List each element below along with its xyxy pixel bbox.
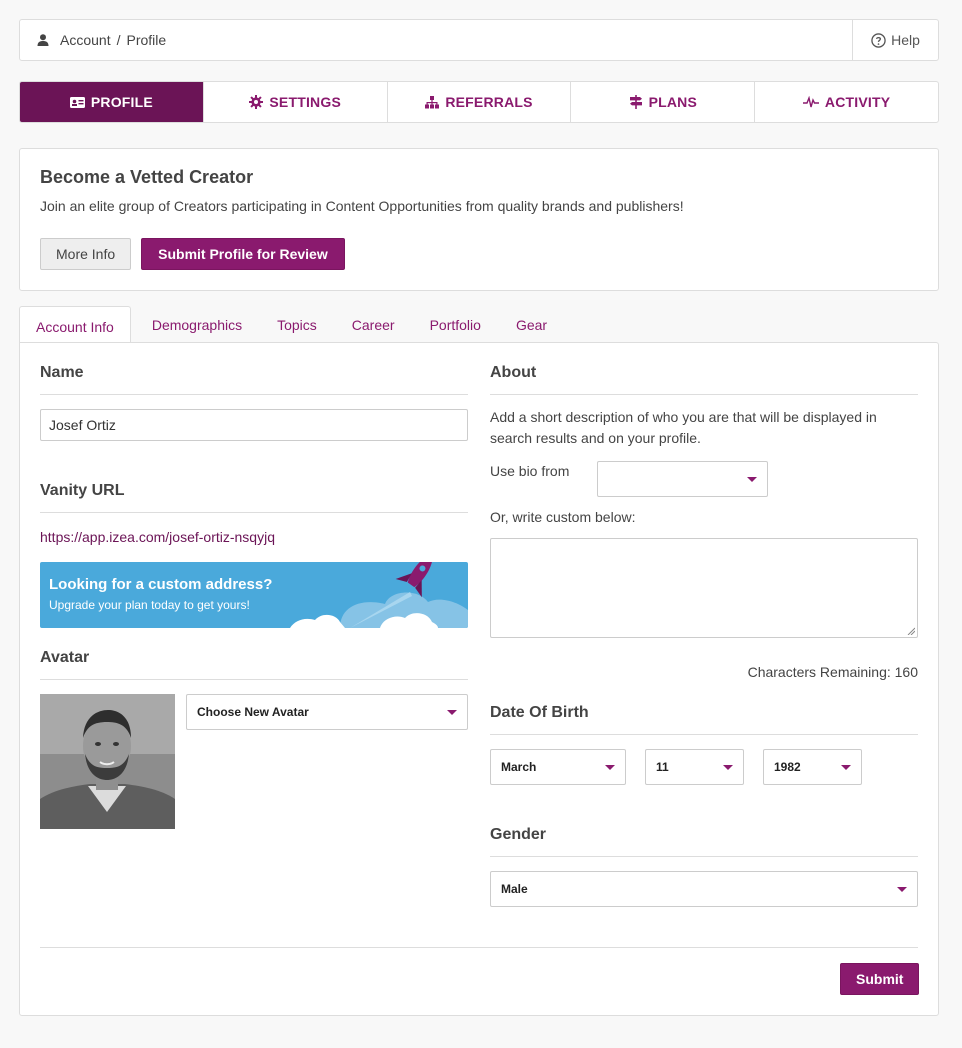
dob-section-title: Date Of Birth xyxy=(490,704,918,735)
gender-select[interactable]: Male xyxy=(490,871,918,907)
tab-plans[interactable]: PLANS xyxy=(570,82,754,122)
user-icon xyxy=(36,33,50,47)
tab-account-info[interactable]: Account Info xyxy=(19,306,131,344)
signpost-icon xyxy=(629,95,643,109)
tab-activity[interactable]: ACTIVITY xyxy=(754,82,938,122)
dob-day-value: 11 xyxy=(656,760,669,774)
breadcrumb-separator: / xyxy=(116,32,121,48)
dob-day-select[interactable]: 11 xyxy=(645,749,744,785)
resize-grip-icon[interactable] xyxy=(907,627,915,635)
use-bio-select[interactable] xyxy=(597,461,768,497)
vetted-text: Join an elite group of Creators particip… xyxy=(40,198,684,214)
tab-settings[interactable]: SETTINGS xyxy=(202,82,387,122)
avatar-section-title: Avatar xyxy=(40,649,468,680)
chevron-down-icon xyxy=(447,709,457,715)
promo-title: Looking for a custom address? xyxy=(49,576,273,593)
breadcrumb-profile: Profile xyxy=(126,32,167,48)
id-card-icon xyxy=(69,96,85,108)
tab-referrals-label: REFERRALS xyxy=(445,94,533,110)
avatar xyxy=(40,694,175,829)
tab-career[interactable]: Career xyxy=(333,306,411,343)
tab-referrals[interactable]: REFERRALS xyxy=(386,82,571,122)
dob-year-select[interactable]: 1982 xyxy=(763,749,862,785)
use-bio-label: Use bio from xyxy=(490,463,570,479)
chevron-down-icon xyxy=(723,764,733,770)
submit-review-button[interactable]: Submit Profile for Review xyxy=(141,238,345,270)
custom-bio-label: Or, write custom below: xyxy=(490,509,636,525)
gender-section-title: Gender xyxy=(490,826,918,857)
rocket-clouds-illustration xyxy=(290,562,468,628)
name-input[interactable]: Josef Ortiz xyxy=(40,409,468,441)
custom-bio-textarea[interactable] xyxy=(490,538,918,638)
sitemap-icon xyxy=(425,95,440,109)
custom-address-promo[interactable]: Looking for a custom address? Upgrade yo… xyxy=(40,562,468,628)
about-section-title: About xyxy=(490,364,918,395)
pulse-icon xyxy=(802,96,819,108)
more-info-button[interactable]: More Info xyxy=(40,238,132,270)
chevron-down-icon xyxy=(747,476,757,482)
tab-gear[interactable]: Gear xyxy=(497,306,563,343)
vetted-creator-panel: Become a Vetted Creator Join an elite gr… xyxy=(19,148,939,291)
tab-profile[interactable]: PROFILE xyxy=(20,82,203,122)
sub-tabs: Account Info Demographics Topics Career … xyxy=(19,306,563,344)
dob-month-value: March xyxy=(501,760,537,774)
tab-demographics[interactable]: Demographics xyxy=(131,306,258,343)
question-circle-icon xyxy=(871,32,886,48)
tab-topics[interactable]: Topics xyxy=(258,306,333,343)
choose-avatar-label: Choose New Avatar xyxy=(197,705,309,719)
vetted-title: Become a Vetted Creator xyxy=(40,167,254,187)
dob-year-value: 1982 xyxy=(774,760,801,774)
choose-avatar-select[interactable]: Choose New Avatar xyxy=(186,694,468,730)
chevron-down-icon xyxy=(605,764,615,770)
tab-settings-label: SETTINGS xyxy=(269,94,341,110)
tab-plans-label: PLANS xyxy=(648,94,698,110)
help-button[interactable]: Help xyxy=(852,20,938,60)
form-divider xyxy=(40,947,918,948)
submit-button[interactable]: Submit xyxy=(840,963,920,995)
name-section-title: Name xyxy=(40,364,468,395)
characters-remaining: Characters Remaining: 160 xyxy=(747,664,918,680)
dob-month-select[interactable]: March xyxy=(490,749,626,785)
chevron-down-icon xyxy=(841,764,851,770)
breadcrumb-bar: Account / Profile Help xyxy=(19,19,939,61)
chevron-down-icon xyxy=(897,886,907,892)
tab-portfolio[interactable]: Portfolio xyxy=(411,306,497,343)
help-label: Help xyxy=(891,32,920,48)
main-tabs: PROFILE SETTINGS REFERRALS PLANS ACTIVIT… xyxy=(19,81,939,123)
vanity-url-section-title: Vanity URL xyxy=(40,482,468,513)
tab-activity-label: ACTIVITY xyxy=(824,94,891,110)
promo-text: Upgrade your plan today to get yours! xyxy=(49,598,250,612)
about-description: Add a short description of who you are t… xyxy=(490,409,877,446)
breadcrumb: Account / Profile xyxy=(20,32,852,48)
account-info-panel: Name Josef Ortiz Vanity URL https://app.… xyxy=(19,342,939,1016)
gender-value: Male xyxy=(501,882,528,896)
breadcrumb-account[interactable]: Account xyxy=(60,32,111,48)
vanity-url-link[interactable]: https://app.izea.com/josef-ortiz-nsqyjq xyxy=(40,529,275,545)
gear-icon xyxy=(249,95,264,109)
tab-profile-label: PROFILE xyxy=(90,94,153,110)
